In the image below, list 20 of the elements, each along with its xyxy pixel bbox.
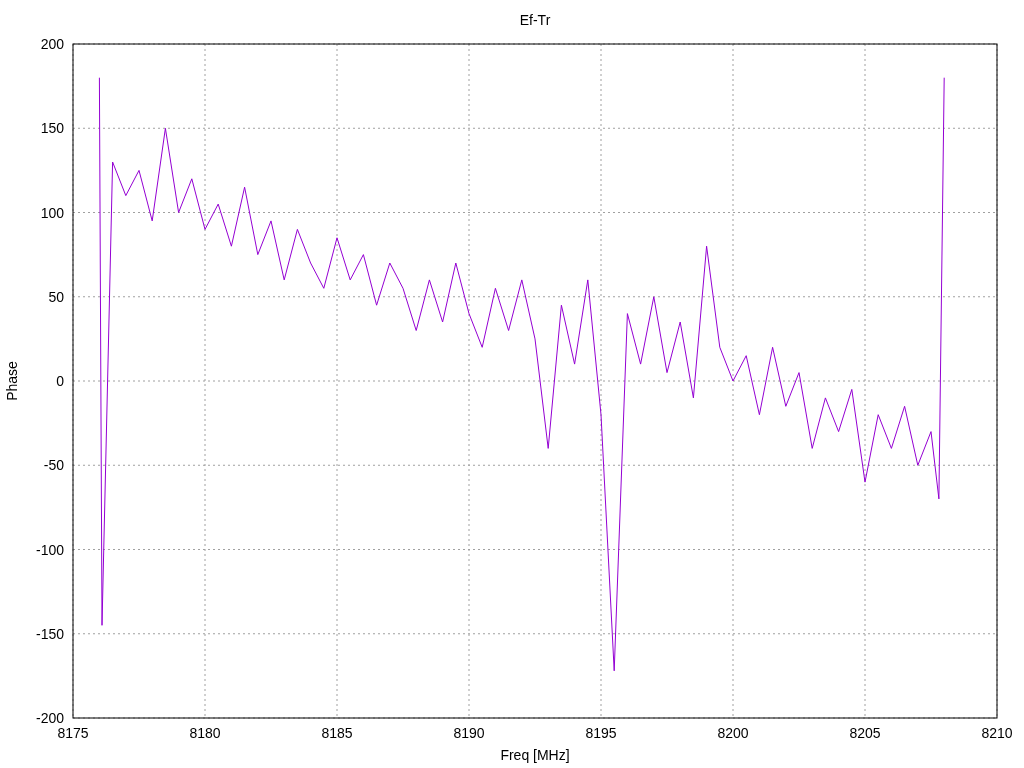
tick-label: 8175	[57, 725, 89, 741]
axis-label: Freq [MHz]	[500, 747, 570, 763]
chart-title: Ef-Tr	[519, 12, 551, 28]
tick-label: 8180	[189, 725, 221, 741]
tick-label: 100	[40, 204, 64, 221]
tick-label: 8210	[981, 725, 1013, 741]
tick-label: -100	[35, 541, 64, 558]
tick-label: 200	[40, 36, 64, 52]
tick-label: 0	[56, 373, 64, 389]
tick-label: -200	[35, 710, 64, 726]
tick-label: 8185	[321, 725, 353, 741]
tick-label: 8200	[717, 725, 749, 741]
tick-label: 8190	[453, 725, 485, 741]
tick-label: 8195	[585, 725, 617, 741]
tick-label: 8205	[849, 725, 881, 741]
tick-label: -50	[43, 457, 64, 474]
tick-label: 150	[40, 120, 64, 137]
axis-label: Phase	[4, 361, 20, 401]
tick-label: 50	[48, 288, 64, 305]
tick-label: -150	[35, 625, 64, 642]
